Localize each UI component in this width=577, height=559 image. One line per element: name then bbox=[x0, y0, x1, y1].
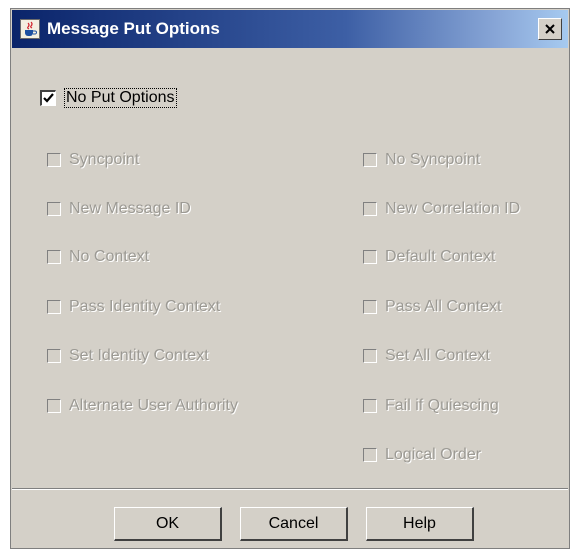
checkbox-box[interactable] bbox=[47, 399, 61, 413]
checkbox-label: Logical Order bbox=[385, 446, 482, 463]
checkbox-label: New Message ID bbox=[69, 200, 191, 217]
checkbox-box[interactable] bbox=[363, 250, 377, 264]
checkbox-label: Alternate User Authority bbox=[69, 397, 238, 414]
checkbox-box[interactable] bbox=[363, 153, 377, 167]
checkbox-box[interactable] bbox=[47, 202, 61, 216]
checkbox-set-all-context[interactable]: Set All Context bbox=[363, 345, 490, 367]
checkmark-icon bbox=[43, 93, 54, 103]
checkbox-label: Pass All Context bbox=[385, 298, 502, 315]
checkbox-label: Syncpoint bbox=[69, 151, 140, 168]
button-bar: OK Cancel Help bbox=[11, 507, 569, 541]
cancel-button[interactable]: Cancel bbox=[240, 507, 348, 541]
page: Message Put Options No Put Options Syncp… bbox=[0, 0, 577, 559]
checkbox-alternate-user-authority[interactable]: Alternate User Authority bbox=[47, 395, 238, 417]
checkbox-label: Fail if Quiescing bbox=[385, 397, 499, 414]
checkbox-no-syncpoint[interactable]: No Syncpoint bbox=[363, 149, 480, 171]
checkbox-box[interactable] bbox=[40, 90, 56, 106]
help-button[interactable]: Help bbox=[366, 507, 474, 541]
checkbox-label: Default Context bbox=[385, 248, 496, 265]
checkbox-label: No Syncpoint bbox=[385, 151, 481, 168]
close-icon bbox=[545, 24, 555, 34]
checkbox-box[interactable] bbox=[47, 300, 61, 314]
checkbox-box[interactable] bbox=[363, 448, 377, 462]
checkbox-label: Set All Context bbox=[385, 347, 490, 364]
checkbox-box[interactable] bbox=[47, 153, 61, 167]
checkbox-box[interactable] bbox=[363, 202, 377, 216]
checkbox-label: No Put Options bbox=[64, 88, 177, 108]
checkbox-box[interactable] bbox=[47, 250, 61, 264]
checkbox-box[interactable] bbox=[363, 399, 377, 413]
checkbox-label: No Context bbox=[69, 248, 150, 265]
ok-button[interactable]: OK bbox=[114, 507, 222, 541]
checkbox-box[interactable] bbox=[47, 349, 61, 363]
checkbox-label: Set Identity Context bbox=[69, 347, 209, 364]
checkbox-box[interactable] bbox=[363, 349, 377, 363]
checkbox-new-correlation-id[interactable]: New Correlation ID bbox=[363, 198, 520, 220]
checkbox-set-identity-context[interactable]: Set Identity Context bbox=[47, 345, 209, 367]
checkbox-pass-identity-context[interactable]: Pass Identity Context bbox=[47, 296, 220, 318]
checkbox-label: New Correlation ID bbox=[385, 200, 521, 217]
options-panel: No Put Options Syncpoint New Message ID … bbox=[12, 48, 568, 489]
checkbox-syncpoint[interactable]: Syncpoint bbox=[47, 149, 139, 171]
title-bar[interactable]: Message Put Options bbox=[12, 10, 568, 48]
window-title: Message Put Options bbox=[47, 19, 220, 38]
checkbox-default-context[interactable]: Default Context bbox=[363, 246, 495, 268]
close-button[interactable] bbox=[538, 18, 562, 40]
checkbox-logical-order[interactable]: Logical Order bbox=[363, 444, 481, 466]
checkbox-new-message-id[interactable]: New Message ID bbox=[47, 198, 191, 220]
message-put-options-dialog: Message Put Options No Put Options Syncp… bbox=[10, 8, 570, 549]
checkbox-box[interactable] bbox=[363, 300, 377, 314]
checkbox-fail-if-quiescing[interactable]: Fail if Quiescing bbox=[363, 395, 499, 417]
checkbox-label: Pass Identity Context bbox=[69, 298, 221, 315]
java-cup-icon bbox=[20, 19, 40, 39]
checkbox-no-context[interactable]: No Context bbox=[47, 246, 149, 268]
checkbox-pass-all-context[interactable]: Pass All Context bbox=[363, 296, 502, 318]
checkbox-no-put-options[interactable]: No Put Options bbox=[40, 87, 177, 109]
